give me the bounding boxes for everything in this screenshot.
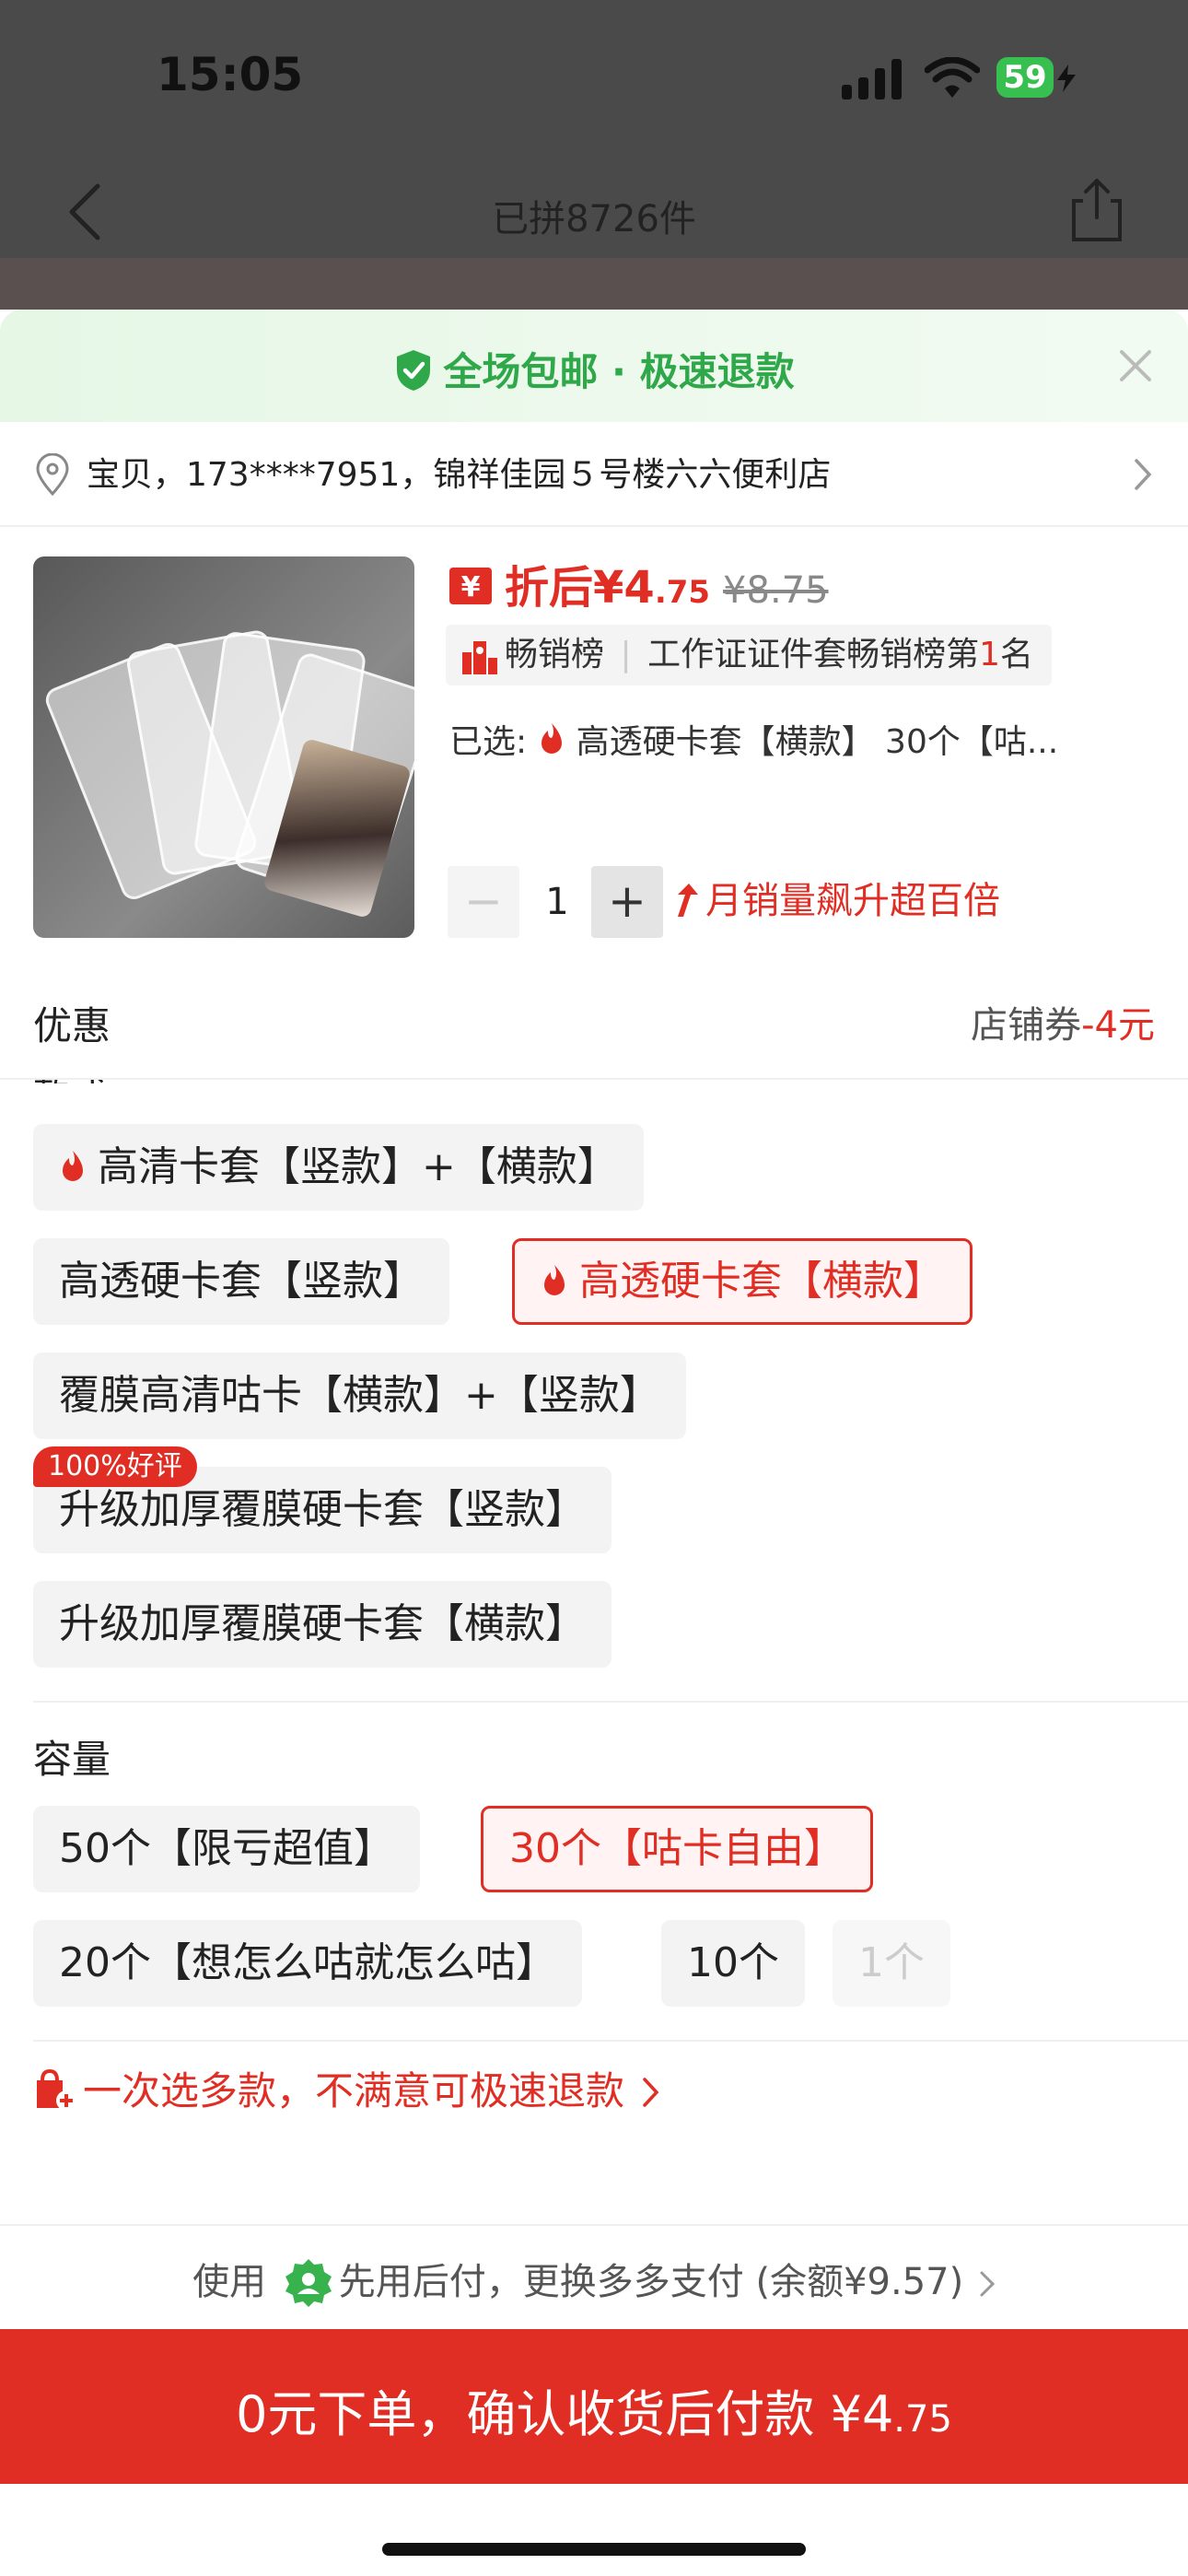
quantity-decrease-button[interactable]: − xyxy=(448,866,519,938)
share-icon[interactable] xyxy=(1068,177,1125,243)
trend-up-arrow-icon xyxy=(678,884,698,917)
capacity-group-label: 容量 xyxy=(33,1737,111,1782)
payment-method-text[interactable]: 使用 先用后付，更换多多支付 (余额¥9.57) xyxy=(0,2252,1188,2307)
rank-text: 工作证证件套畅销榜第 xyxy=(647,636,980,673)
wifi-icon xyxy=(925,57,980,98)
style-option[interactable]: 高清卡套【竖款】+【横款】 xyxy=(33,1124,644,1211)
page-title: 已拼8726件 xyxy=(492,198,696,240)
quantity-increase-button[interactable]: + xyxy=(591,866,663,938)
capacity-option[interactable]: 50个【限亏超值】 xyxy=(33,1806,420,1892)
sales-trend-text: 月销量飙升超百倍 xyxy=(705,880,1000,922)
discounted-price: 折后¥4 xyxy=(505,562,655,614)
close-icon[interactable] xyxy=(1118,348,1153,383)
capacity-option-label: 10个 xyxy=(687,1939,779,1986)
capacity-option[interactable]: 10个 xyxy=(661,1920,805,2007)
address-text: 宝贝，173****7951，锦祥佳园５号楼六六便利店 xyxy=(87,456,832,494)
style-option-label: 高透硬卡套【竖款】 xyxy=(59,1258,424,1305)
chevron-right-icon xyxy=(1135,459,1152,490)
capacity-option-label: 50个【限亏超值】 xyxy=(59,1825,394,1872)
payment-text: 先用后付，更换多多支付 (余额¥9.57) xyxy=(338,2261,964,2303)
capacity-option[interactable]: 20个【想怎么咕就怎么咕】 xyxy=(33,1920,582,2007)
chevron-right-icon xyxy=(643,2078,659,2107)
section-divider xyxy=(33,1701,1188,1703)
cta-decimal: .75 xyxy=(893,2398,952,2441)
background-content-strip xyxy=(0,258,1188,310)
pay-later-icon xyxy=(285,2259,332,2307)
style-option-label: 高清卡套【竖款】+【横款】 xyxy=(98,1143,618,1190)
rank-suffix: 名 xyxy=(999,636,1033,673)
selected-label: 已选: xyxy=(449,723,528,761)
location-pin-icon xyxy=(36,453,69,496)
style-option-label: 升级加厚覆膜硬卡套【竖款】 xyxy=(59,1486,586,1533)
svg-text:¥: ¥ xyxy=(461,571,481,603)
promo-amount: -4元 xyxy=(1081,1004,1155,1047)
price-row: ¥ 折后¥4.75 ¥8.75 xyxy=(449,551,829,615)
promo-title: 优惠 xyxy=(33,1003,111,1048)
capacity-option-disabled: 1个 xyxy=(833,1920,950,2007)
style-option-label: 覆膜高清咕卡【横款】+【竖款】 xyxy=(59,1372,660,1419)
charging-icon xyxy=(1057,64,1076,92)
service-banner-text: 全场包邮 · 极速退款 xyxy=(0,341,1188,397)
quantity-value[interactable]: 1 xyxy=(534,866,580,938)
status-time: 15:05 xyxy=(157,48,304,101)
capacity-option-selected[interactable]: 30个【咕卡自由】 xyxy=(481,1806,873,1892)
capacity-option-label: 30个【咕卡自由】 xyxy=(509,1825,844,1872)
capacity-option-label: 20个【想怎么咕就怎么咕】 xyxy=(59,1939,556,1986)
rating-badge: 100%好评 xyxy=(33,1446,197,1487)
ranking-icon xyxy=(462,641,497,674)
promo-value: 店铺券-4元 xyxy=(971,995,1155,1048)
hot-flame-icon xyxy=(541,723,562,754)
section-divider xyxy=(33,2040,1188,2042)
style-option[interactable]: 升级加厚覆膜硬卡套【横款】 xyxy=(33,1581,611,1668)
chevron-right-icon xyxy=(980,2271,996,2297)
address-row[interactable]: 宝贝，173****7951，锦祥佳园５号楼六六便利店 xyxy=(0,422,1188,527)
battery-level: 59 xyxy=(996,57,1054,98)
rank-tag: 畅销榜 xyxy=(505,636,605,673)
rank-number: 1 xyxy=(979,636,1000,673)
signal-icon xyxy=(842,59,902,100)
style-option[interactable]: 高透硬卡套【竖款】 xyxy=(33,1238,449,1325)
multi-select-tip-text: 一次选多款，不满意可极速退款 xyxy=(83,2068,625,2113)
bestseller-rank-badge[interactable]: 畅销榜 | 工作证证件套畅销榜第1名 xyxy=(446,625,1052,685)
product-image[interactable] xyxy=(33,556,414,938)
sales-trend: 月销量飙升超百倍 xyxy=(672,873,1000,929)
hot-flame-icon xyxy=(544,1265,565,1295)
style-option-label: 高透硬卡套【横款】 xyxy=(579,1258,944,1305)
shopping-bag-plus-icon xyxy=(37,2068,76,2111)
hot-flame-icon xyxy=(63,1151,83,1181)
style-option-label: 升级加厚覆膜硬卡套【横款】 xyxy=(59,1600,586,1647)
shield-check-icon xyxy=(397,350,431,391)
capacity-option-label: 1个 xyxy=(858,1939,925,1986)
coupon-yen-icon: ¥ xyxy=(449,568,492,604)
style-option-selected[interactable]: 高透硬卡套【横款】 xyxy=(512,1238,973,1325)
cta-text: 0元下单，确认收货后付款 ¥4 xyxy=(236,2385,894,2443)
banner-text: 全场包邮 · 极速退款 xyxy=(443,349,795,394)
promotion-row[interactable]: 优惠 店铺券-4元 xyxy=(0,967,1188,1080)
home-indicator xyxy=(382,2543,806,2556)
multi-select-tip[interactable]: 一次选多款，不满意可极速退款 xyxy=(33,2060,660,2116)
discounted-price-decimal: .75 xyxy=(654,574,711,611)
original-price: ¥8.75 xyxy=(723,569,829,612)
promo-label: 店铺券 xyxy=(971,1004,1082,1047)
selected-value: 高透硬卡套【横款】 30个【咕... xyxy=(576,723,1059,761)
style-option[interactable]: 覆膜高清咕卡【横款】+【竖款】 xyxy=(33,1352,686,1439)
place-order-label[interactable]: 0元下单，确认收货后付款 ¥4.75 xyxy=(0,2373,1188,2446)
selected-summary: 已选: 高透硬卡套【横款】 30个【咕... xyxy=(449,715,1149,763)
payment-use-label: 使用 xyxy=(192,2261,267,2303)
